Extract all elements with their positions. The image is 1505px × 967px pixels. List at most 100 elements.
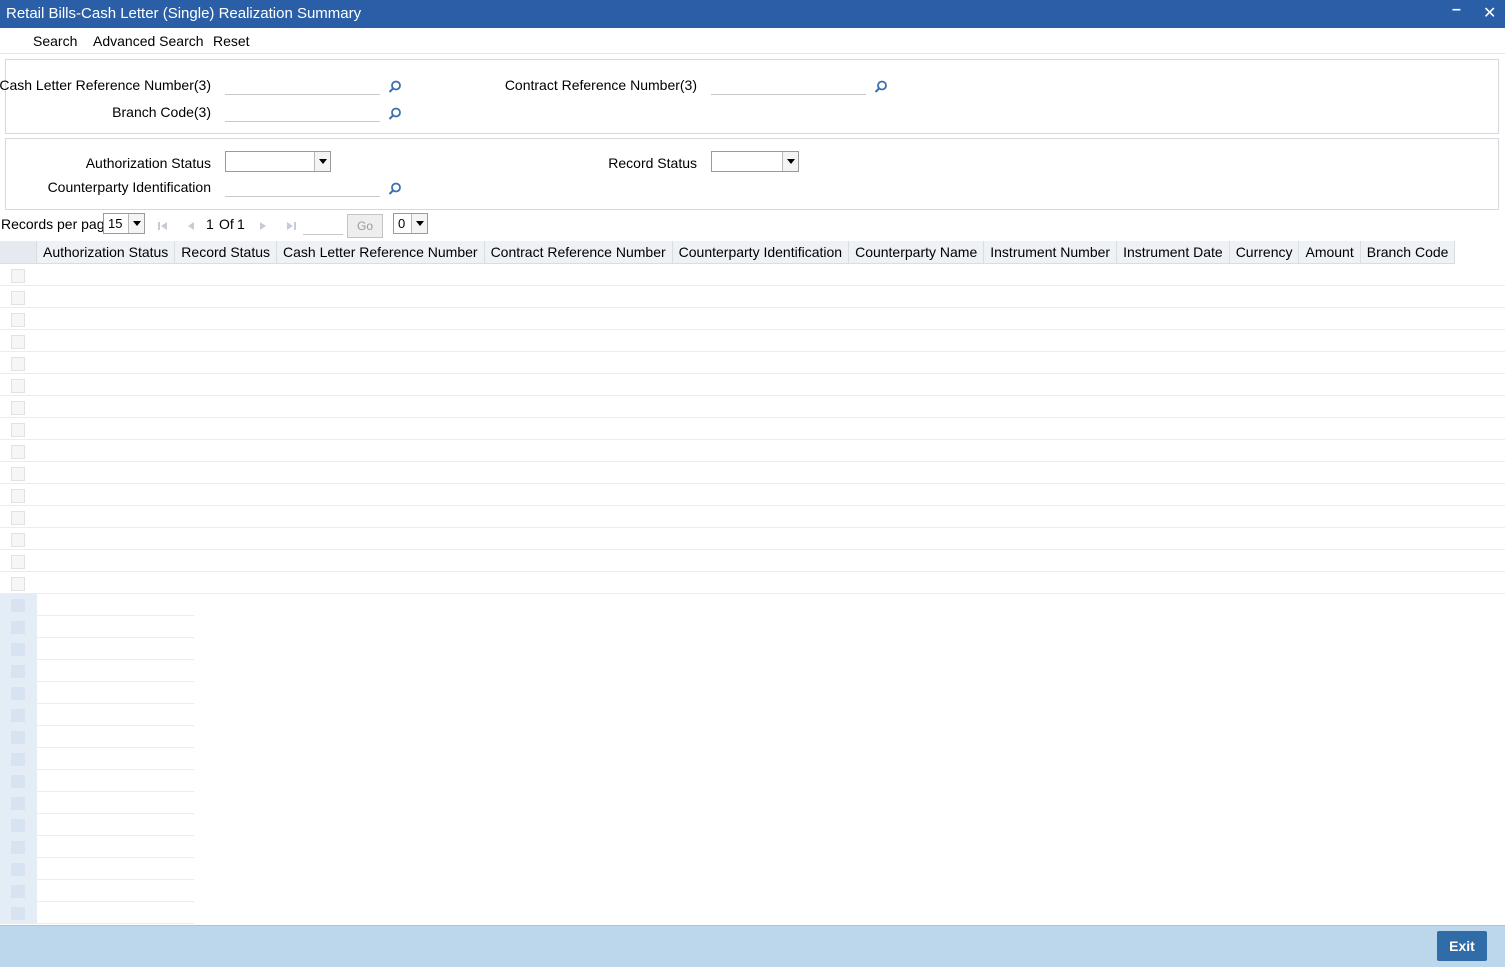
filter-panel: Authorization Status Record Status Count… [5,138,1499,210]
reset-menu-item[interactable]: Reset [213,33,250,49]
column-header[interactable]: Instrument Number [984,241,1118,264]
column-header[interactable]: Record Status [175,241,278,264]
counterparty-input[interactable] [225,179,380,197]
row-checkbox[interactable] [11,335,25,349]
prev-page-icon[interactable] [184,219,198,233]
row-checkbox[interactable] [11,423,25,437]
column-header[interactable]: Amount [1299,241,1361,264]
row-checkbox[interactable] [11,313,25,327]
pager: Records per page 15 1 Of 1 Go 0 [0,211,1505,239]
table-row[interactable] [0,506,1505,528]
table-row[interactable] [0,572,1505,594]
table-row [0,880,194,902]
column-header[interactable]: Authorization Status [37,241,176,264]
row-checkbox[interactable] [11,467,25,481]
records-per-page-select[interactable]: 15 [103,213,145,234]
row-checkbox[interactable] [11,401,25,415]
goto-page-input[interactable] [303,217,343,235]
row-checkbox[interactable] [11,357,25,371]
table-row [0,814,194,836]
contract-ref-label: Contract Reference Number(3) [504,77,697,93]
magnifier-icon[interactable] [387,181,403,197]
column-header[interactable]: Counterparty Identification [673,241,850,264]
results-grid-body [0,264,1505,594]
branch-code-label: Branch Code(3) [112,104,211,120]
minimize-icon[interactable]: – [1452,1,1461,19]
table-row [0,748,194,770]
select-all-checkbox[interactable] [0,241,37,263]
row-checkbox[interactable] [11,489,25,503]
table-row[interactable] [0,440,1505,462]
row-selector [0,704,37,726]
table-row[interactable] [0,374,1505,396]
table-row [0,660,194,682]
row-checkbox[interactable] [11,269,25,283]
table-row [0,638,194,660]
next-page-icon[interactable] [256,219,270,233]
column-header[interactable]: Contract Reference Number [485,241,673,264]
row-checkbox[interactable] [11,379,25,393]
row-selector [0,594,37,616]
table-row[interactable] [0,462,1505,484]
table-row[interactable] [0,352,1505,374]
row-checkbox[interactable] [11,533,25,547]
magnifier-icon[interactable] [387,106,403,122]
row-checkbox[interactable] [11,555,25,569]
exit-button[interactable]: Exit [1437,931,1487,961]
cash-letter-ref-input[interactable] [225,77,380,95]
column-header[interactable]: Instrument Date [1117,241,1230,264]
page-index-value: 0 [398,216,406,231]
go-button[interactable]: Go [347,214,383,238]
current-page: 1 [206,216,214,232]
total-pages: 1 [237,216,245,232]
table-row[interactable] [0,550,1505,572]
table-row[interactable] [0,484,1505,506]
row-checkbox[interactable] [11,445,25,459]
table-row[interactable] [0,528,1505,550]
row-checkbox[interactable] [11,577,25,591]
magnifier-icon[interactable] [387,79,403,95]
row-selector [0,660,37,682]
search-panel: Cash Letter Reference Number(3) Contract… [0,59,1499,134]
row-selector [0,638,37,660]
table-row[interactable] [0,418,1505,440]
table-row [0,792,194,814]
results-grid-header: Authorization Status Record Status Cash Le… [0,241,1456,264]
table-row[interactable] [0,396,1505,418]
records-per-page-value: 15 [108,216,123,231]
first-page-icon[interactable] [156,219,170,233]
page-index-select[interactable]: 0 [393,213,428,234]
row-checkbox[interactable] [11,291,25,305]
advanced-search-menu-item[interactable]: Advanced Search [93,33,204,49]
column-header[interactable]: Branch Code [1361,241,1456,264]
column-header[interactable]: Cash Letter Reference Number [277,241,485,264]
table-row[interactable] [0,286,1505,308]
close-icon[interactable]: ✕ [1483,3,1496,23]
branch-code-input[interactable] [225,104,380,122]
of-label: Of [219,216,234,232]
record-status-label: Record Status [608,155,697,171]
row-selector [0,880,37,902]
chevron-down-icon [782,152,798,171]
last-page-icon[interactable] [284,219,298,233]
table-row[interactable] [0,308,1505,330]
column-header[interactable]: Currency [1230,241,1300,264]
record-status-select[interactable] [711,151,799,172]
results-grid-extra-rows [0,594,194,924]
chevron-down-icon [411,214,427,233]
table-row [0,594,194,616]
cash-letter-ref-label: Cash Letter Reference Number(3) [0,77,211,93]
contract-ref-input[interactable] [711,77,866,95]
search-menu-item[interactable]: Search [33,33,77,49]
row-selector [0,858,37,880]
table-row [0,836,194,858]
table-row[interactable] [0,330,1505,352]
column-header[interactable]: Counterparty Name [849,241,985,264]
table-row [0,858,194,880]
row-selector [0,792,37,814]
magnifier-icon[interactable] [873,79,889,95]
table-row[interactable] [0,264,1505,286]
auth-status-select[interactable] [225,151,331,172]
table-row [0,682,194,704]
row-checkbox[interactable] [11,511,25,525]
